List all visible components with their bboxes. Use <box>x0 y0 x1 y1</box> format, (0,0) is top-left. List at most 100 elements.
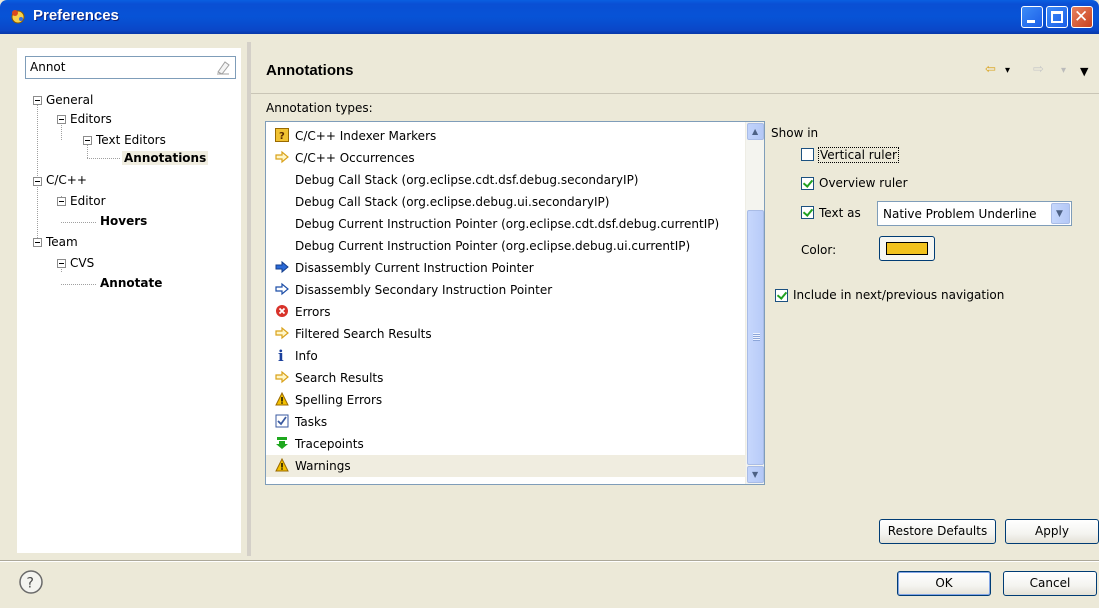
tree-expander[interactable] <box>57 115 66 124</box>
overview-ruler-checkbox[interactable] <box>801 177 814 190</box>
apply-button[interactable]: Apply <box>1005 519 1099 544</box>
list-item-label: Debug Call Stack (org.eclipse.cdt.dsf.de… <box>295 173 639 187</box>
blue-arrow-icon <box>275 260 289 274</box>
scroll-up-button[interactable]: ▲ <box>747 123 764 140</box>
filter-input[interactable]: Annot <box>25 56 236 79</box>
tree-expander[interactable] <box>57 197 66 206</box>
scroll-down-button[interactable]: ▼ <box>747 466 764 483</box>
ok-button[interactable]: OK <box>897 571 991 596</box>
list-item-label: C/C++ Indexer Markers <box>295 129 437 143</box>
tree-item-cvs[interactable]: CVS <box>70 256 94 270</box>
list-item[interactable]: Spelling Errors <box>266 389 745 411</box>
task-icon <box>275 414 289 428</box>
list-item[interactable]: Search Results <box>266 367 745 389</box>
chevron-down-icon: ▼ <box>1056 209 1063 219</box>
help-icon[interactable]: ? <box>18 569 44 595</box>
text-style-dropdown-button[interactable]: ▼ <box>1051 203 1070 224</box>
list-item[interactable]: Tracepoints <box>266 433 745 455</box>
color-label: Color: <box>801 243 837 257</box>
window-title: Preferences <box>33 7 119 24</box>
text-as-label[interactable]: Text as <box>819 206 861 220</box>
list-item[interactable]: Disassembly Secondary Instruction Pointe… <box>266 279 745 301</box>
list-item-label: Tasks <box>295 415 328 429</box>
tree-item-text-editors[interactable]: Text Editors <box>96 133 166 147</box>
tree-item-editors[interactable]: Editors <box>70 112 112 126</box>
back-icon[interactable]: ⇦ <box>985 62 996 77</box>
back-menu-icon[interactable]: ▾ <box>1005 65 1010 76</box>
tree-connector <box>87 158 120 159</box>
list-item[interactable]: Debug Current Instruction Pointer (org.e… <box>266 235 745 257</box>
svg-text:?: ? <box>279 131 285 142</box>
list-item[interactable]: Debug Current Instruction Pointer (org.e… <box>266 213 745 235</box>
error-icon <box>276 305 288 317</box>
list-item[interactable]: ? C/C++ Indexer Markers <box>266 125 745 147</box>
list-item[interactable]: Errors <box>266 301 745 323</box>
annotation-types-list[interactable]: ? C/C++ Indexer Markers C/C++ Occurrence… <box>265 121 765 485</box>
list-item-label: Search Results <box>295 371 384 385</box>
vertical-ruler-checkbox[interactable] <box>801 148 814 161</box>
tree-item-cpp[interactable]: C/C++ <box>46 173 87 187</box>
list-item[interactable]: Debug Call Stack (org.eclipse.debug.ui.s… <box>266 191 745 213</box>
vertical-ruler-label[interactable]: Vertical ruler <box>818 147 899 163</box>
tree-item-general[interactable]: General <box>46 93 93 107</box>
preferences-tree-pane <box>17 48 241 553</box>
maximize-button[interactable] <box>1046 6 1068 28</box>
list-item[interactable]: Filtered Search Results <box>266 323 745 345</box>
restore-defaults-button[interactable]: Restore Defaults <box>879 519 996 544</box>
maximize-icon <box>1051 11 1063 23</box>
list-item-label: Tracepoints <box>295 437 364 451</box>
svg-text:?: ? <box>27 576 34 592</box>
close-button[interactable]: ✕ <box>1071 6 1093 28</box>
list-item[interactable]: Tasks <box>266 411 745 433</box>
list-item[interactable]: Disassembly Current Instruction Pointer <box>266 257 745 279</box>
filter-value[interactable]: Annot <box>30 60 65 74</box>
show-in-label: Show in <box>771 126 819 140</box>
list-item-selected[interactable]: Warnings <box>266 455 745 477</box>
tree-expander[interactable] <box>57 259 66 268</box>
text-style-value: Native Problem Underline <box>883 207 1037 221</box>
cancel-button[interactable]: Cancel <box>1003 571 1097 596</box>
tree-connector <box>87 145 88 158</box>
scroll-thumb[interactable] <box>747 210 764 465</box>
tree-item-editor[interactable]: Editor <box>70 194 106 208</box>
dialog-separator <box>0 560 1099 562</box>
list-item-label: Debug Current Instruction Pointer (org.e… <box>295 217 720 231</box>
page-title: Annotations <box>266 62 354 79</box>
minimize-button[interactable] <box>1021 6 1043 28</box>
list-item-label: Errors <box>295 305 331 319</box>
list-item-label: Info <box>295 349 318 363</box>
overview-ruler-label[interactable]: Overview ruler <box>819 176 908 190</box>
list-item[interactable]: Debug Call Stack (org.eclipse.cdt.dsf.de… <box>266 169 745 191</box>
include-navigation-checkbox[interactable] <box>775 289 788 302</box>
forward-menu-icon[interactable]: ▾ <box>1061 65 1066 76</box>
color-picker-button[interactable] <box>879 236 935 261</box>
title-bar[interactable]: Preferences ✕ <box>0 0 1099 34</box>
list-item-label: Debug Call Stack (org.eclipse.debug.ui.s… <box>295 195 610 209</box>
annotation-types-label: Annotation types: <box>266 101 373 115</box>
tree-expander[interactable] <box>33 238 42 247</box>
clear-filter-icon[interactable] <box>215 60 231 75</box>
forward-icon[interactable]: ⇨ <box>1033 62 1044 77</box>
grip-icon <box>753 333 760 341</box>
tree-item-hovers[interactable]: Hovers <box>100 214 147 228</box>
text-style-select[interactable]: Native Problem Underline ▼ <box>877 201 1072 226</box>
yellow-arrow-icon <box>275 150 289 164</box>
yellow-arrow-icon <box>275 370 289 384</box>
tree-item-annotate[interactable]: Annotate <box>100 276 162 290</box>
tree-expander[interactable] <box>33 96 42 105</box>
tree-connector <box>37 104 38 244</box>
tracepoint-icon <box>276 437 288 449</box>
tree-expander[interactable] <box>83 136 92 145</box>
pane-sash[interactable] <box>247 42 251 556</box>
outline-arrow-icon <box>275 282 289 296</box>
list-scrollbar[interactable]: ▲ ▼ <box>745 122 764 484</box>
list-item-label: Disassembly Current Instruction Pointer <box>295 261 534 275</box>
text-as-checkbox[interactable] <box>801 206 814 219</box>
include-navigation-label[interactable]: Include in next/previous navigation <box>793 288 1004 302</box>
tree-item-team[interactable]: Team <box>46 235 78 249</box>
tree-expander[interactable] <box>33 177 42 186</box>
view-menu-icon[interactable]: ▼ <box>1080 65 1088 78</box>
list-item[interactable]: C/C++ Occurrences <box>266 147 745 169</box>
tree-item-annotations[interactable]: Annotations <box>122 151 209 165</box>
list-item[interactable]: i Info <box>266 345 745 367</box>
